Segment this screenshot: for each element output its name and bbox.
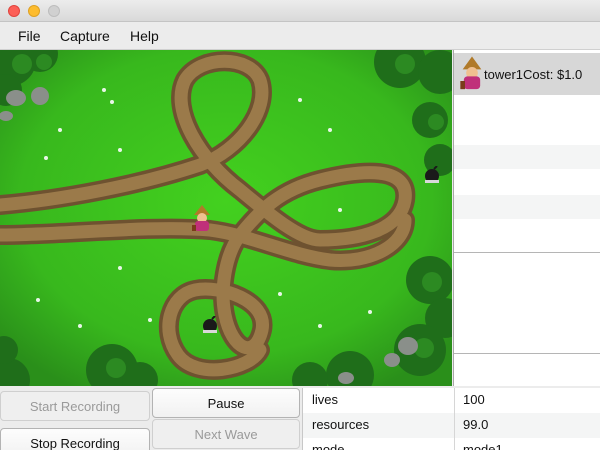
window-minimize-button[interactable] [28,5,40,17]
stat-value: 99.0 [463,417,489,432]
placed-tower-wizard-icon[interactable] [190,205,214,233]
next-wave-button[interactable]: Next Wave [152,419,300,449]
store-divider [454,353,600,354]
window-maximize-button[interactable] [48,5,60,17]
store-item-tower1[interactable]: tower1Cost: $1.0 [454,53,600,95]
tower-store-panel: tower1Cost: $1.0 [453,50,600,386]
window-titlebar [0,0,600,22]
stat-row-mode: mode mode1 [303,438,600,450]
stat-key: lives [312,392,339,407]
game-map[interactable] [0,50,452,386]
wizard-tower-icon [460,56,482,90]
map-terrain [0,50,452,386]
enemy-bomb-icon [203,316,217,333]
start-recording-button[interactable]: Start Recording [0,391,150,421]
store-row-empty [454,145,600,169]
menu-help[interactable]: Help [130,28,159,44]
menu-capture[interactable]: Capture [60,28,110,44]
stat-value: 100 [463,392,485,407]
enemy-bomb-icon [425,166,439,183]
menu-bar: File Capture Help [0,22,600,50]
stats-column-divider [454,388,455,450]
stat-row-resources: resources 99.0 [303,413,600,438]
store-row-empty [454,195,600,219]
pause-button[interactable]: Pause [152,388,300,418]
stat-value: mode1 [463,442,503,450]
store-item-label: tower1Cost: $1.0 [484,66,583,82]
menu-file[interactable]: File [18,28,41,44]
stop-recording-button[interactable]: Stop Recording [0,428,150,450]
stat-key: resources [312,417,370,432]
stats-table: lives 100 resources 99.0 mode mode1 [302,388,600,450]
stat-key: mode [312,442,345,450]
window-close-button[interactable] [8,5,20,17]
stat-row-lives: lives 100 [303,388,600,413]
store-divider [454,252,600,253]
